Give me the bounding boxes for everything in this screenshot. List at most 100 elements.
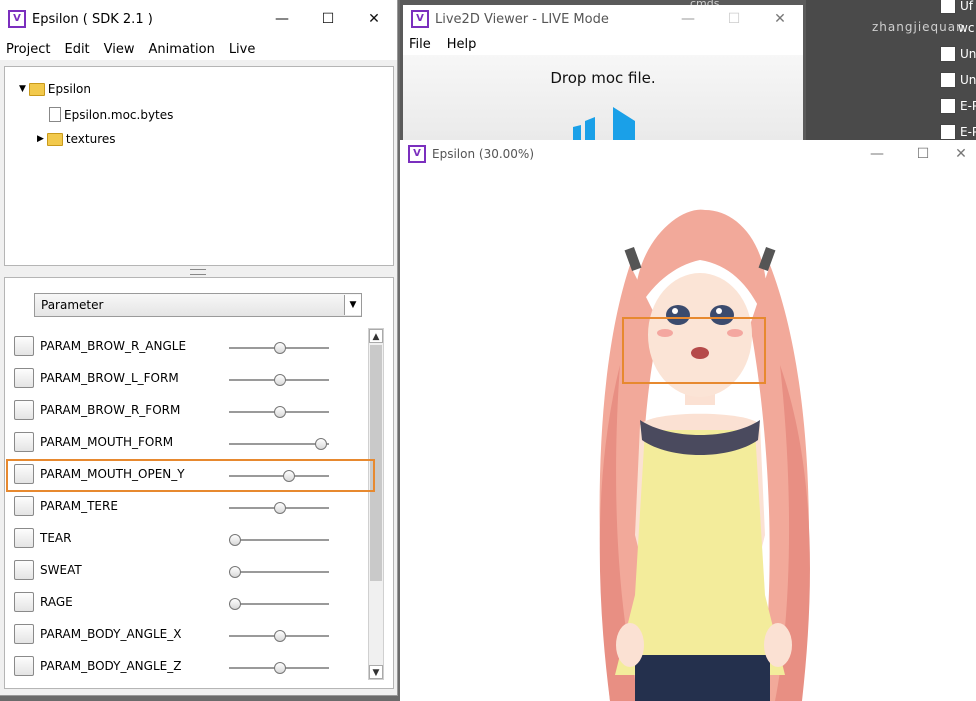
param-checkbox[interactable]: [14, 400, 34, 420]
sdk-menubar: Project Edit View Animation Live: [0, 38, 397, 60]
param-row: PARAM_TERE: [12, 488, 368, 520]
project-tree: ▼ Epsilon Epsilon.moc.bytes ▶ textures: [4, 66, 394, 266]
param-checkbox[interactable]: [14, 432, 34, 452]
slider-knob[interactable]: [274, 662, 286, 674]
render-titlebar: V Epsilon (30.00%) — ☐ ✕: [400, 140, 976, 168]
live2d-logo-icon: [573, 107, 635, 140]
menu-project[interactable]: Project: [6, 42, 50, 57]
minimize-button[interactable]: —: [665, 11, 711, 27]
param-row: PARAM_BODY_ANGLE_Z: [12, 648, 368, 680]
slider-knob[interactable]: [229, 534, 241, 546]
slider-knob[interactable]: [274, 502, 286, 514]
sdk-title: Epsilon ( SDK 2.1 ): [32, 11, 153, 27]
chevron-down-icon[interactable]: ▼: [344, 295, 361, 315]
param-checkbox[interactable]: [14, 528, 34, 548]
slider-knob[interactable]: [229, 566, 241, 578]
close-button[interactable]: ✕: [757, 11, 803, 27]
maximize-button[interactable]: ☐: [711, 11, 757, 27]
param-row: TEAR: [12, 520, 368, 552]
param-checkbox[interactable]: [14, 560, 34, 580]
viewer-titlebar: V Live2D Viewer - LIVE Mode — ☐ ✕: [403, 5, 803, 33]
desktop-item[interactable]: Un: [940, 70, 976, 90]
file-icon: [940, 46, 956, 62]
app-icon: V: [411, 10, 429, 28]
parameter-dropdown[interactable]: Parameter ▼: [34, 293, 362, 317]
desktop-item[interactable]: Uf: [940, 0, 976, 16]
param-label: PARAM_TERE: [40, 499, 118, 513]
file-icon: [940, 124, 956, 140]
file-icon: [940, 72, 956, 88]
desktop-item[interactable]: wc: [958, 18, 976, 38]
param-row: PARAM_BROW_R_ANGLE: [12, 328, 368, 360]
minimize-button[interactable]: —: [259, 11, 305, 27]
param-label: TEAR: [40, 531, 72, 545]
param-checkbox[interactable]: [14, 624, 34, 644]
expand-down-icon[interactable]: ▼: [19, 84, 26, 94]
file-icon: [49, 107, 61, 122]
param-row: PARAM_MOUTH_FORM: [12, 424, 368, 456]
param-row: SWEAT: [12, 552, 368, 584]
face-highlight-box: [622, 317, 766, 384]
menu-edit[interactable]: Edit: [64, 42, 89, 57]
param-slider[interactable]: [229, 603, 329, 606]
param-slider[interactable]: [229, 571, 329, 574]
param-checkbox[interactable]: [14, 496, 34, 516]
slider-knob[interactable]: [274, 406, 286, 418]
viewer-menubar: File Help: [403, 33, 803, 55]
param-checkbox[interactable]: [14, 592, 34, 612]
close-button[interactable]: ✕: [946, 146, 976, 162]
expand-right-icon[interactable]: ▶: [37, 134, 44, 144]
param-row: PARAM_BROW_R_FORM: [12, 392, 368, 424]
menu-file[interactable]: File: [409, 37, 431, 52]
param-label: PARAM_BODY_ANGLE_X: [40, 627, 182, 641]
drop-zone[interactable]: Drop moc file.: [403, 55, 803, 140]
maximize-button[interactable]: ☐: [900, 146, 946, 162]
tree-item-moc[interactable]: Epsilon.moc.bytes: [49, 107, 173, 122]
scrollbar[interactable]: ▲ ▼: [368, 328, 384, 680]
dropdown-value: Parameter: [41, 298, 104, 312]
param-label: SWEAT: [40, 563, 82, 577]
folder-icon: [46, 132, 63, 146]
param-label: RAGE: [40, 595, 73, 609]
sdk-window: V Epsilon ( SDK 2.1 ) — ☐ ✕ Project Edit…: [0, 0, 398, 696]
maximize-button[interactable]: ☐: [305, 11, 351, 27]
slider-knob[interactable]: [314, 438, 327, 450]
param-label: PARAM_BODY_ANGLE_Z: [40, 659, 182, 673]
scroll-down-icon[interactable]: ▼: [369, 665, 383, 679]
desktop-item[interactable]: Un: [940, 44, 976, 64]
viewer-title: Live2D Viewer - LIVE Mode: [435, 11, 609, 27]
minimize-button[interactable]: —: [854, 146, 900, 162]
tree-item-root[interactable]: ▼ Epsilon: [19, 82, 91, 96]
parameter-list: PARAM_BROW_R_ANGLE PARAM_BROW_L_FORM PARAM…: [12, 328, 368, 680]
slider-knob[interactable]: [229, 598, 241, 610]
render-title: Epsilon (30.00%): [432, 147, 534, 161]
slider-knob[interactable]: [274, 374, 286, 386]
character-model: [599, 209, 810, 701]
file-icon: [940, 98, 956, 114]
param-checkbox[interactable]: [14, 368, 34, 388]
slider-knob[interactable]: [274, 342, 286, 354]
sdk-titlebar: V Epsilon ( SDK 2.1 ) — ☐ ✕: [0, 0, 397, 38]
param-label: PARAM_BROW_R_ANGLE: [40, 339, 187, 353]
menu-animation[interactable]: Animation: [149, 42, 215, 57]
desktop-item[interactable]: E-P: [940, 122, 976, 142]
param-row: PARAM_BROW_L_FORM: [12, 360, 368, 392]
param-slider[interactable]: [229, 539, 329, 542]
param-label: PARAM_MOUTH_FORM: [40, 435, 174, 449]
app-icon: V: [8, 10, 26, 28]
folder-open-icon: [28, 82, 45, 96]
menu-help[interactable]: Help: [447, 37, 477, 52]
tree-item-textures[interactable]: ▶ textures: [37, 132, 116, 146]
param-checkbox[interactable]: [14, 336, 34, 356]
slider-knob[interactable]: [274, 630, 286, 642]
menu-live[interactable]: Live: [229, 42, 256, 57]
panel-splitter[interactable]: [190, 269, 206, 275]
render-window: V Epsilon (30.00%) — ☐ ✕: [400, 140, 976, 701]
scroll-up-icon[interactable]: ▲: [369, 329, 383, 343]
menu-view[interactable]: View: [104, 42, 135, 57]
desktop-item[interactable]: E-P: [940, 96, 976, 116]
watermark: zhangjiequan: [872, 20, 965, 34]
drop-text: Drop moc file.: [550, 69, 656, 87]
param-checkbox[interactable]: [14, 656, 34, 676]
close-button[interactable]: ✕: [351, 11, 397, 27]
